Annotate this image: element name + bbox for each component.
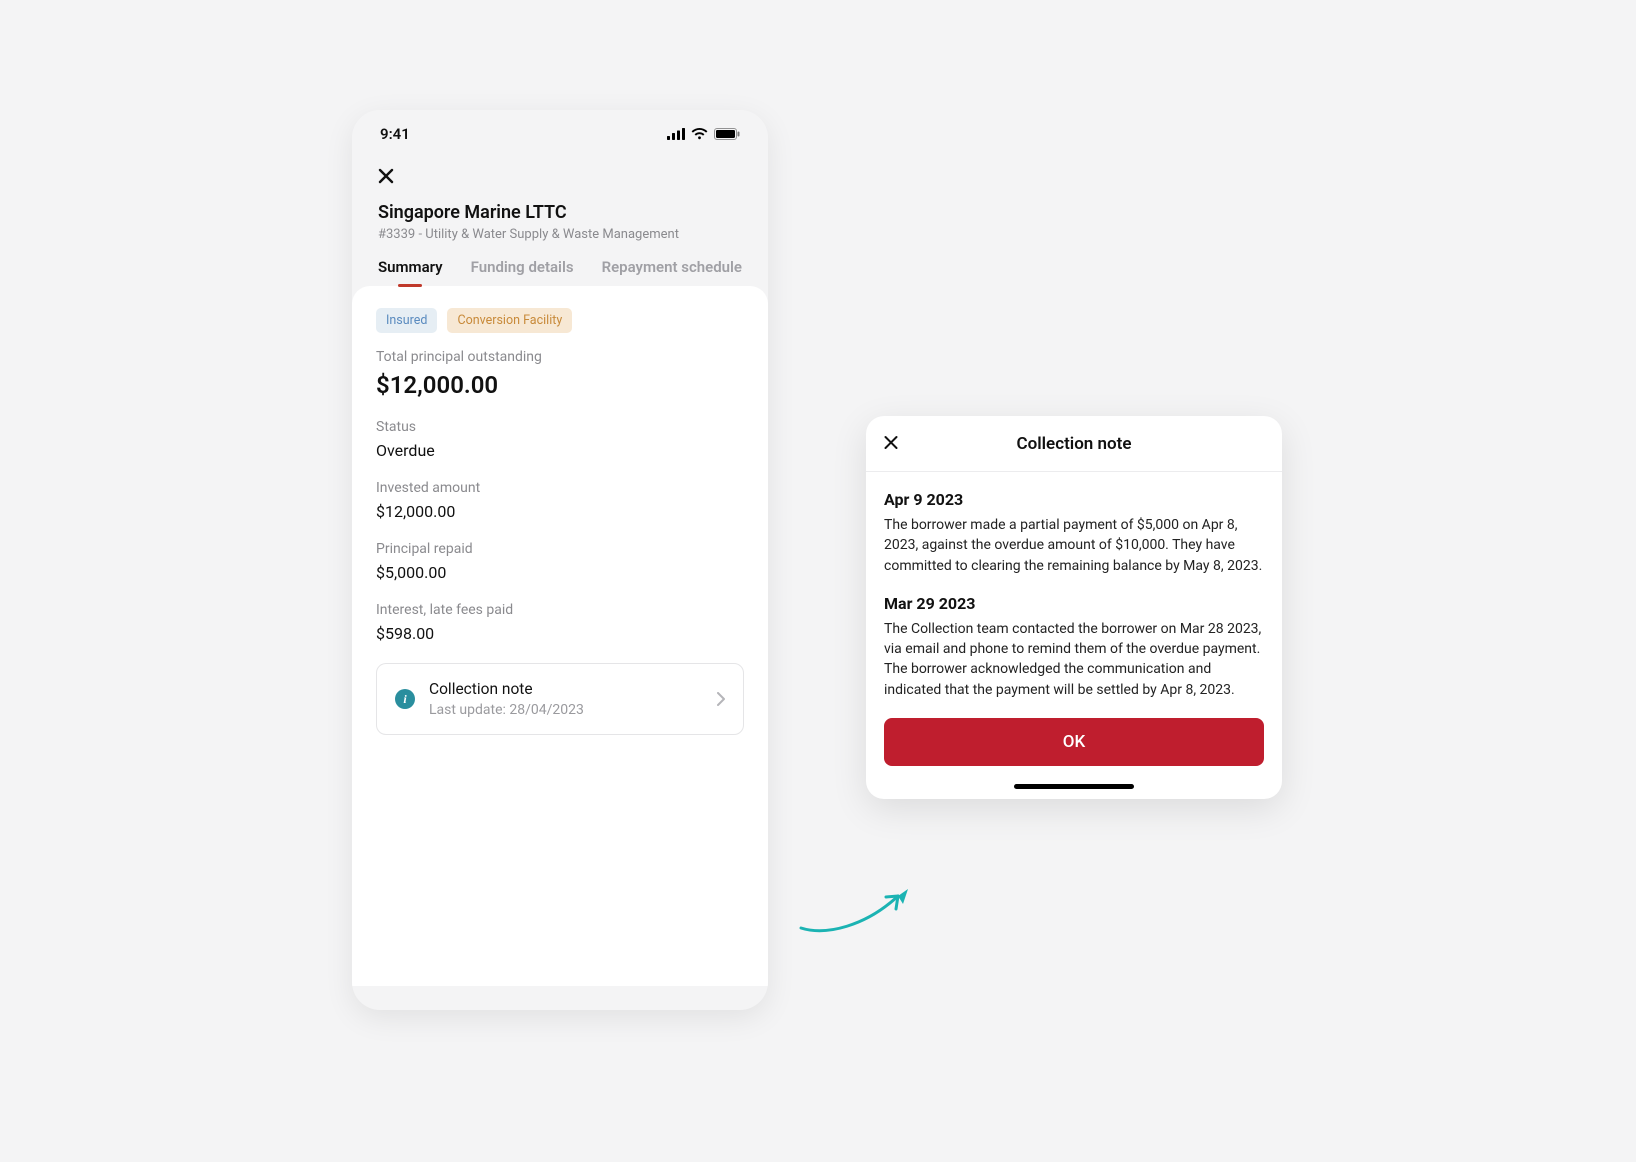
phone-mock: 9:41 (352, 110, 768, 1010)
badge-row: Insured Conversion Facility (376, 308, 744, 333)
field-total-outstanding: Total principal outstanding $12,000.00 (376, 349, 744, 399)
status-indicators (667, 128, 740, 140)
note-entry: Apr 9 2023 The borrower made a partial p… (884, 490, 1264, 576)
field-value: $598.00 (376, 624, 744, 643)
page-header: Singapore Marine LTTC #3339 - Utility & … (352, 184, 768, 242)
company-subtitle: #3339 - Utility & Water Supply & Waste M… (378, 227, 742, 242)
chevron-right-icon (717, 692, 725, 706)
field-value: $12,000.00 (376, 371, 744, 399)
badge-insured: Insured (376, 308, 437, 333)
home-indicator (1014, 784, 1134, 789)
close-button[interactable] (352, 168, 768, 184)
dialog-close-button[interactable] (884, 434, 898, 453)
field-value: Overdue (376, 441, 744, 460)
status-time: 9:41 (380, 125, 410, 143)
info-icon: i (395, 689, 415, 709)
close-icon (378, 168, 394, 184)
dialog-body: Apr 9 2023 The borrower made a partial p… (866, 472, 1282, 700)
field-label: Principal repaid (376, 541, 744, 557)
field-label: Interest, late fees paid (376, 602, 744, 618)
flow-arrow-icon (796, 886, 916, 936)
ok-button-label: OK (1063, 732, 1085, 752)
field-invested-amount: Invested amount $12,000.00 (376, 480, 744, 521)
dialog-title: Collection note (1016, 434, 1131, 454)
battery-icon (714, 128, 740, 140)
field-label: Total principal outstanding (376, 349, 744, 365)
dialog-header: Collection note (866, 416, 1282, 472)
tab-summary[interactable]: Summary (378, 258, 443, 286)
status-bar: 9:41 (352, 110, 768, 158)
collection-note-text: Collection note Last update: 28/04/2023 (429, 680, 703, 718)
field-label: Invested amount (376, 480, 744, 496)
collection-note-button[interactable]: i Collection note Last update: 28/04/202… (376, 663, 744, 735)
field-status: Status Overdue (376, 419, 744, 460)
cellular-icon (667, 128, 685, 140)
tab-repayment-schedule[interactable]: Repayment schedule (602, 258, 742, 286)
collection-note-title: Collection note (429, 680, 703, 698)
tab-funding-details[interactable]: Funding details (471, 258, 574, 286)
note-body: The Collection team contacted the borrow… (884, 619, 1264, 700)
field-value: $12,000.00 (376, 502, 744, 521)
field-label: Status (376, 419, 744, 435)
field-principal-repaid: Principal repaid $5,000.00 (376, 541, 744, 582)
field-interest-fees: Interest, late fees paid $598.00 (376, 602, 744, 643)
badge-conversion-facility: Conversion Facility (447, 308, 572, 333)
summary-card: Insured Conversion Facility Total princi… (352, 286, 768, 986)
note-entry: Mar 29 2023 The Collection team contacte… (884, 594, 1264, 700)
note-date: Apr 9 2023 (884, 490, 1264, 509)
collection-note-dialog: Collection note Apr 9 2023 The borrower … (866, 416, 1282, 799)
tab-bar: Summary Funding details Repayment schedu… (352, 242, 768, 286)
collection-note-subtitle: Last update: 28/04/2023 (429, 702, 703, 718)
note-body: The borrower made a partial payment of $… (884, 515, 1264, 576)
field-value: $5,000.00 (376, 563, 744, 582)
note-date: Mar 29 2023 (884, 594, 1264, 613)
company-name: Singapore Marine LTTC (378, 202, 742, 223)
wifi-icon (691, 128, 708, 140)
ok-button[interactable]: OK (884, 718, 1264, 766)
close-icon (884, 435, 898, 449)
